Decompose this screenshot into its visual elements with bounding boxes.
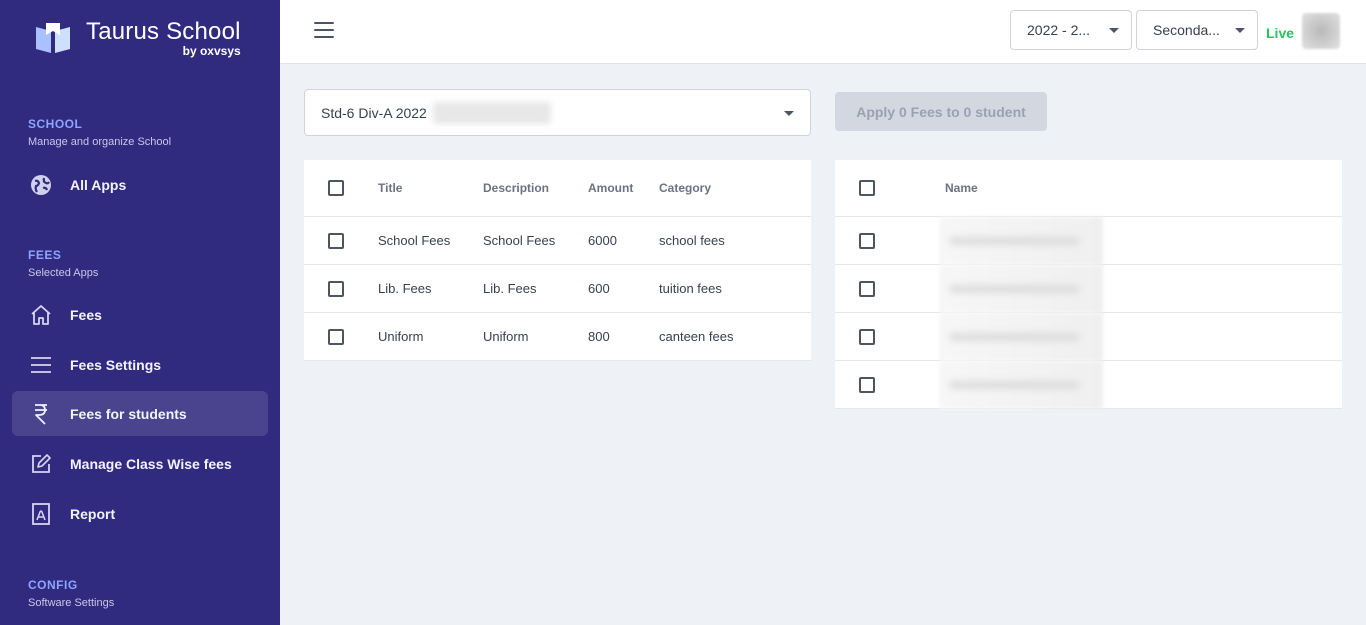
column-header-category: Category	[659, 181, 712, 195]
section-subtitle-school: Manage and organize School	[28, 136, 172, 148]
brand-title: Taurus School	[86, 18, 241, 45]
select-all-students-checkbox[interactable]	[859, 180, 875, 196]
section-title-school: SCHOOL	[28, 117, 83, 131]
section-subtitle-config: Software Settings	[28, 597, 115, 609]
table-row[interactable]: Uniform Uniform 800 canteen fees	[304, 313, 811, 361]
home-icon	[29, 303, 53, 327]
section-title-fees: FEES	[28, 248, 62, 262]
brand[interactable]: Taurus School by oxvsys	[34, 18, 241, 58]
sidebar-item-label: Report	[70, 505, 116, 522]
row-checkbox[interactable]	[328, 281, 344, 297]
redacted-student-name	[939, 265, 1103, 313]
avatar[interactable]	[1302, 13, 1340, 49]
class-select-value: Std-6 Div-A 2022	[321, 104, 427, 121]
rupee-icon	[29, 402, 53, 426]
fee-title: Uniform	[378, 329, 424, 344]
topbar: 2022 - 2... Seconda... Live	[280, 0, 1366, 64]
table-row[interactable]	[835, 265, 1342, 313]
class-select[interactable]: Std-6 Div-A 2022	[304, 89, 811, 136]
column-header-amount: Amount	[588, 181, 634, 195]
fees-table: Title Description Amount Category School…	[304, 160, 811, 361]
sidebar-item-fees-for-students[interactable]: Fees for students	[12, 391, 268, 436]
menu-lines-icon	[29, 353, 53, 377]
sidebar-item-label: Fees	[70, 306, 102, 323]
chevron-down-icon	[1235, 28, 1245, 33]
globe-icon	[29, 173, 53, 197]
brand-subtitle: by oxvsys	[182, 44, 241, 58]
fee-title: School Fees	[378, 233, 451, 248]
report-icon	[29, 502, 53, 526]
sidebar-item-label: Fees Settings	[70, 356, 162, 373]
row-checkbox[interactable]	[859, 281, 875, 297]
table-row[interactable]	[835, 361, 1342, 409]
chevron-down-icon	[784, 111, 794, 116]
sidebar-item-label: All Apps	[70, 176, 127, 193]
live-status: Live	[1266, 25, 1295, 41]
sidebar-item-label: Manage Class Wise fees	[70, 455, 232, 472]
academic-year-select[interactable]: 2022 - 2...	[1010, 10, 1132, 50]
redacted-student-name	[939, 217, 1103, 265]
row-checkbox[interactable]	[328, 233, 344, 249]
fee-description: Lib. Fees	[483, 281, 537, 296]
section-level-value: Seconda...	[1153, 22, 1220, 38]
fee-category: canteen fees	[659, 329, 734, 344]
book-logo-icon	[36, 23, 70, 53]
sidebar-item-label: Fees for students	[70, 405, 187, 422]
fee-category: tuition fees	[659, 281, 722, 296]
column-header-name: Name	[945, 181, 978, 195]
redacted-student-name	[939, 313, 1103, 361]
fee-category: school fees	[659, 233, 725, 248]
hamburger-menu-icon[interactable]	[314, 22, 334, 40]
apply-fees-button[interactable]: Apply 0 Fees to 0 student	[835, 92, 1047, 131]
column-header-title: Title	[378, 181, 403, 195]
column-header-description: Description	[483, 181, 550, 195]
table-row[interactable]: School Fees School Fees 6000 school fees	[304, 217, 811, 265]
table-row[interactable]	[835, 217, 1342, 265]
row-checkbox[interactable]	[859, 377, 875, 393]
redacted-student-name	[939, 361, 1103, 409]
row-checkbox[interactable]	[859, 233, 875, 249]
section-subtitle-fees: Selected Apps	[28, 267, 99, 279]
row-checkbox[interactable]	[859, 329, 875, 345]
sidebar-item-fees[interactable]: Fees	[12, 292, 268, 337]
edit-icon	[29, 452, 53, 476]
fee-amount: 600	[588, 281, 610, 296]
sidebar: Taurus School by oxvsys SCHOOL Manage an…	[0, 0, 280, 625]
fee-description: Uniform	[483, 329, 529, 344]
students-table: Name	[835, 160, 1342, 409]
fee-title: Lib. Fees	[378, 281, 432, 296]
fee-amount: 6000	[588, 233, 617, 248]
redacted-text	[432, 101, 551, 124]
table-header: Name	[835, 160, 1342, 217]
row-checkbox[interactable]	[328, 329, 344, 345]
academic-year-value: 2022 - 2...	[1027, 22, 1091, 38]
sidebar-item-all-apps[interactable]: All Apps	[12, 162, 268, 207]
table-header: Title Description Amount Category	[304, 160, 811, 217]
table-row[interactable]	[835, 313, 1342, 361]
section-title-config: CONFIG	[28, 578, 78, 592]
section-level-select[interactable]: Seconda...	[1136, 10, 1258, 50]
sidebar-item-report[interactable]: Report	[12, 491, 268, 536]
chevron-down-icon	[1109, 28, 1119, 33]
sidebar-item-manage-class-wise-fees[interactable]: Manage Class Wise fees	[12, 441, 268, 486]
sidebar-item-fees-settings[interactable]: Fees Settings	[12, 342, 268, 387]
select-all-fees-checkbox[interactable]	[328, 180, 344, 196]
fee-description: School Fees	[483, 233, 556, 248]
fee-amount: 800	[588, 329, 610, 344]
table-row[interactable]: Lib. Fees Lib. Fees 600 tuition fees	[304, 265, 811, 313]
